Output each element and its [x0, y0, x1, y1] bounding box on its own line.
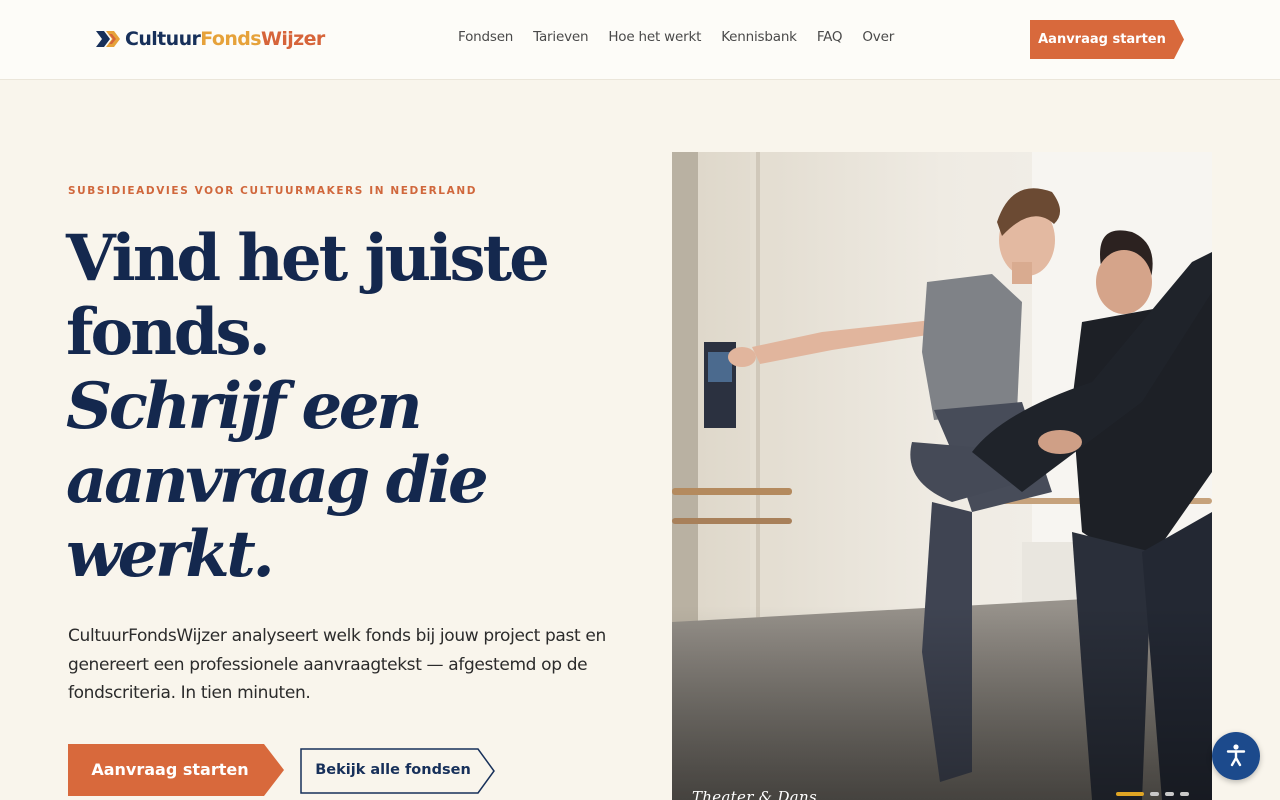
accessibility-button[interactable]	[1212, 732, 1260, 780]
nav-fondsen[interactable]: Fondsen	[458, 29, 513, 45]
header-cta-label: Aanvraag starten	[1038, 32, 1166, 47]
secondary-button-label: Bekijk alle fondsen	[315, 762, 471, 778]
logo-part-cultuur: Cultuur	[125, 28, 201, 50]
hero-photo-carousel[interactable]: Theater & Dans	[672, 152, 1212, 800]
carousel-dot-2[interactable]	[1150, 792, 1159, 796]
headline-italic-1: Schrijf een	[66, 369, 423, 444]
headline-italic-2: aanvraag die	[66, 443, 489, 518]
view-all-funds-button[interactable]: Bekijk alle fondsen	[300, 748, 496, 794]
headline-line-1: Vind het juiste	[66, 221, 550, 296]
photo-caption: Theater & Dans	[692, 788, 817, 800]
nav-hoe-het-werkt[interactable]: Hoe het werkt	[608, 29, 701, 45]
hero-lead-text: CultuurFondsWijzer analyseert welk fonds…	[68, 626, 606, 703]
hero-headline: Vind het juiste fonds. Schrijf een aanvr…	[66, 222, 626, 592]
primary-button-label: Aanvraag starten	[91, 760, 249, 779]
headline-italic-3: werkt.	[66, 517, 275, 592]
start-request-button[interactable]: Aanvraag starten	[68, 744, 284, 796]
carousel-dot-3[interactable]	[1165, 792, 1174, 796]
logo-link[interactable]: CultuurFondsWijzer	[96, 26, 325, 52]
carousel-dot-4[interactable]	[1180, 792, 1189, 796]
main-nav: Fondsen Tarieven Hoe het werkt Kennisban…	[448, 29, 914, 45]
site-header: CultuurFondsWijzer Fondsen Tarieven Hoe …	[0, 0, 1280, 80]
accessibility-person-icon	[1226, 744, 1246, 767]
nav-over[interactable]: Over	[862, 29, 894, 45]
headline-line-2: fonds.	[66, 295, 271, 370]
carousel-dots	[1116, 792, 1189, 796]
logo-part-wijzer: Wijzer	[261, 28, 325, 50]
logo-part-fonds: Fonds	[200, 28, 261, 50]
nav-tarieven[interactable]: Tarieven	[533, 29, 588, 45]
nav-faq[interactable]: FAQ	[817, 29, 843, 45]
logo-wordmark: CultuurFondsWijzer	[125, 28, 325, 50]
carousel-dot-1[interactable]	[1116, 792, 1144, 796]
dancers-photo	[672, 152, 1212, 800]
hero-eyebrow: SUBSIDIEADVIES VOOR CULTUURMAKERS IN NED…	[68, 185, 478, 197]
double-chevron-logo-icon	[96, 31, 120, 47]
header-start-request-button[interactable]: Aanvraag starten	[1030, 20, 1184, 59]
nav-kennisbank[interactable]: Kennisbank	[721, 29, 797, 45]
